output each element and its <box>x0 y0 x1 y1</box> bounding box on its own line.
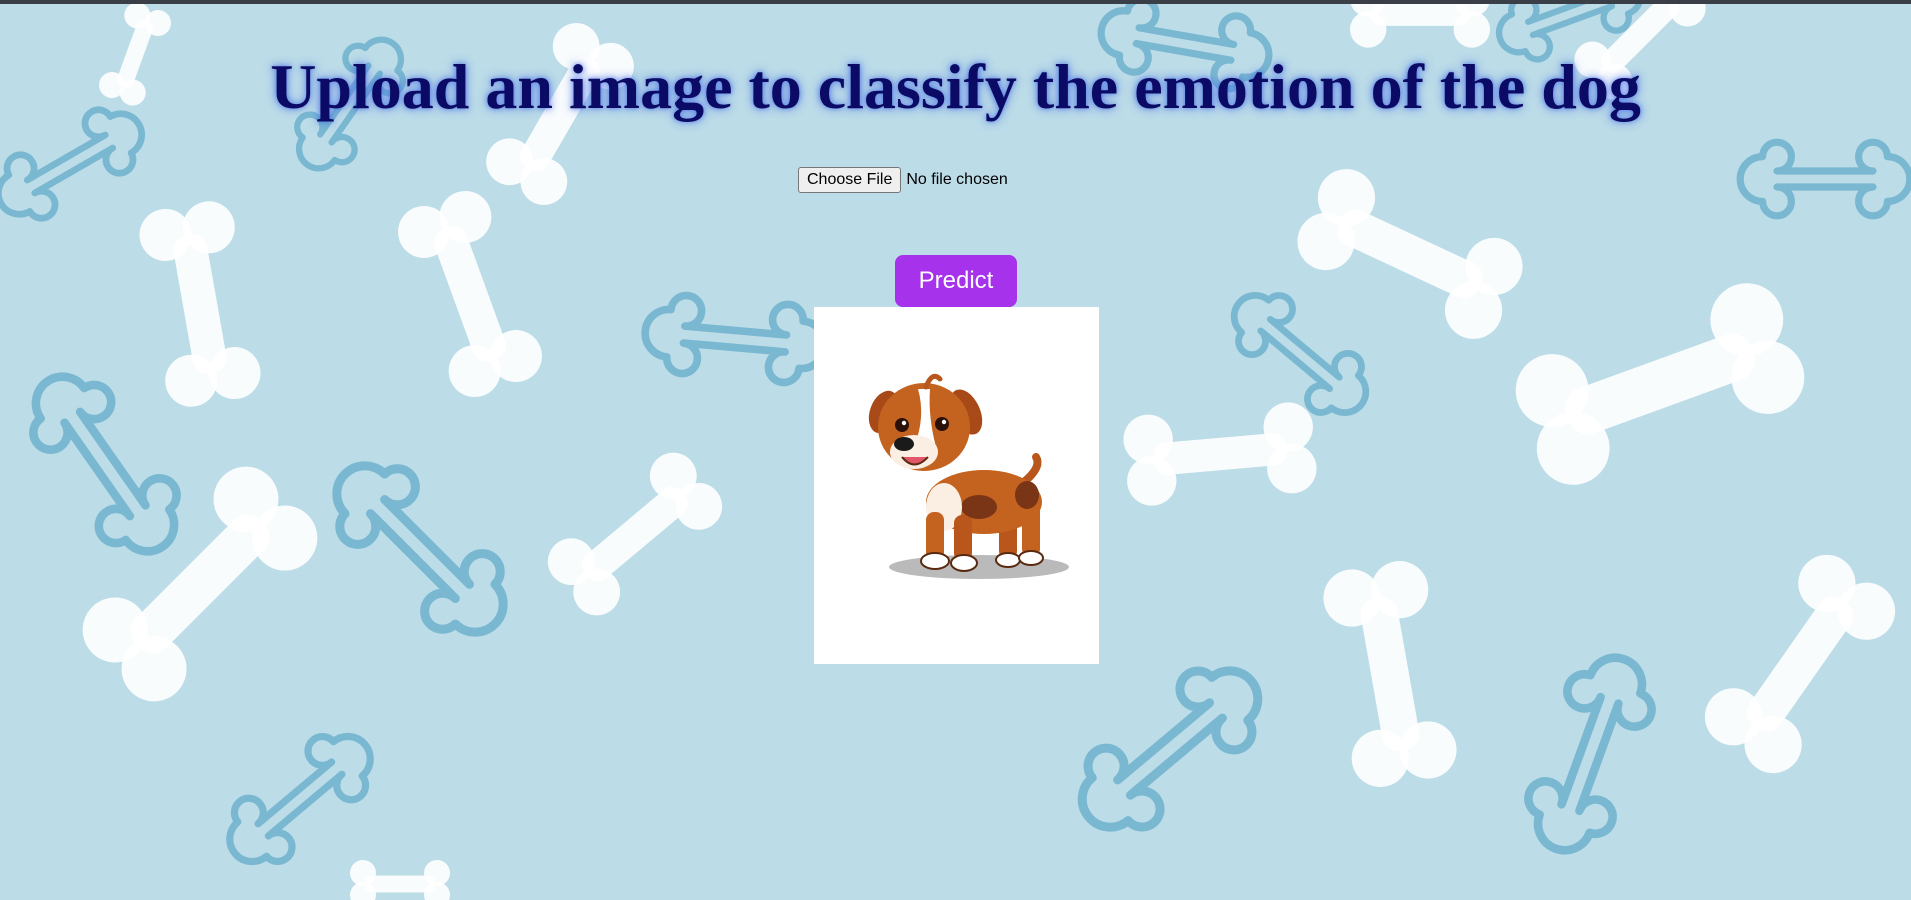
page-content: Upload an image to classify the emotion … <box>0 0 1911 900</box>
choose-file-button[interactable]: Choose File <box>798 166 902 193</box>
file-upload-control[interactable]: Choose File No file chosen <box>798 166 1008 193</box>
dog-image <box>868 373 1069 579</box>
uploaded-image-preview <box>814 307 1099 664</box>
page-title: Upload an image to classify the emotion … <box>270 51 1641 122</box>
file-status-text: No file chosen <box>906 170 1008 188</box>
predict-button[interactable]: Predict <box>895 255 1017 307</box>
